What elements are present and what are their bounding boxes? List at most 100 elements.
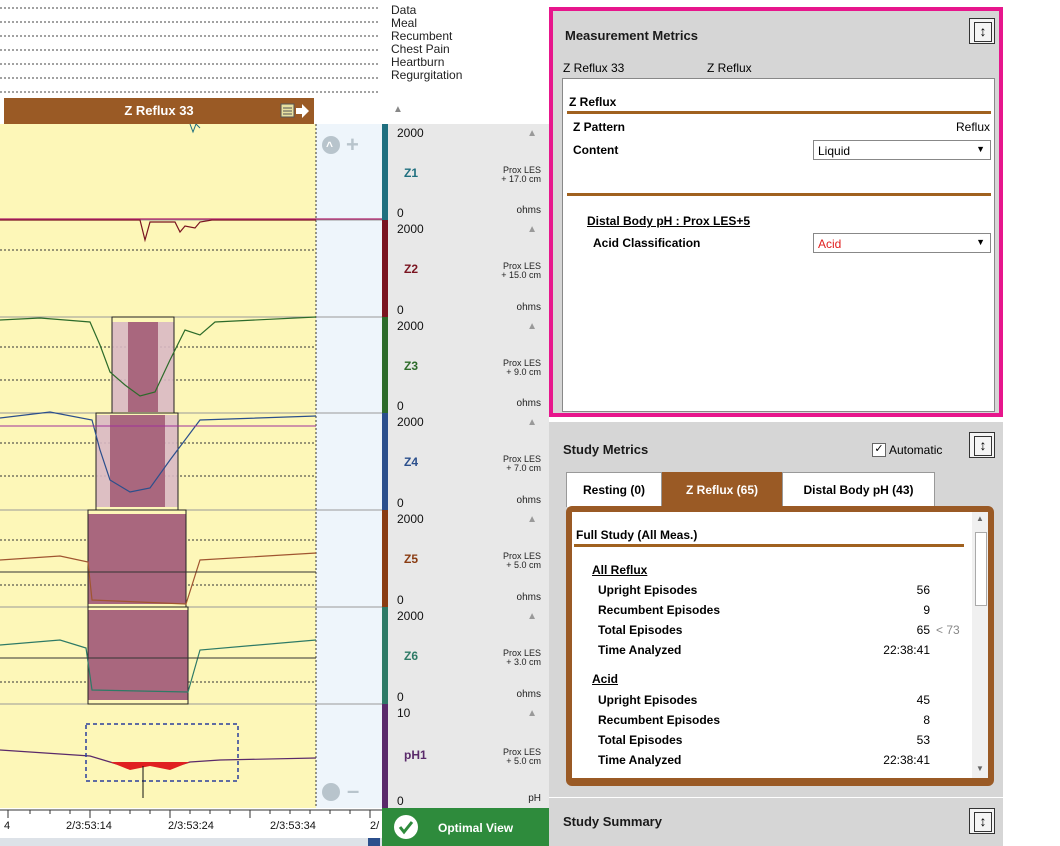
- channel-offset: + 9.0 cm: [506, 367, 541, 377]
- study-metrics-title: Study Metrics: [563, 442, 649, 457]
- channel-name: Z1: [404, 166, 419, 180]
- acid-classification-dropdown[interactable]: Acid ▼: [813, 233, 991, 253]
- channel-name: Z3: [404, 359, 419, 373]
- channel-max: 10: [397, 706, 411, 720]
- measurement-id: Z Reflux 33: [563, 61, 625, 75]
- channel-unit: ohms: [516, 495, 541, 506]
- channel-color-stripe: [382, 220, 388, 317]
- channel-z4[interactable]: 2000 ▲ Z4 Prox LES + 7.0 cm ohms 0: [382, 413, 549, 511]
- expand-button[interactable]: ↕: [969, 432, 995, 458]
- channel-ph1[interactable]: 10 ▲ pH1 Prox LES + 5.0 cm pH 0: [382, 704, 549, 809]
- measurement-header-bar[interactable]: Z Reflux 33: [4, 98, 314, 124]
- section-divider: [567, 193, 991, 196]
- channel-zero: 0: [397, 206, 404, 220]
- channel-unit: ohms: [516, 398, 541, 409]
- channel-max: 2000: [397, 222, 424, 236]
- tracing-canvas[interactable]: ^ + –: [0, 0, 382, 846]
- channel-color-stripe: [382, 704, 388, 808]
- svg-text:^: ^: [326, 139, 333, 153]
- tab-distal-body-ph[interactable]: Distal Body pH (43): [782, 472, 935, 507]
- time-tick-label: 2/: [370, 820, 380, 832]
- measurement-type: Z Reflux: [707, 61, 752, 75]
- scale-up-icon[interactable]: ▲: [527, 514, 537, 525]
- channel-name: Z2: [404, 262, 419, 276]
- channel-unit: ohms: [516, 592, 541, 603]
- channel-name: Z4: [404, 455, 419, 469]
- metric-label: Time Analyzed: [598, 643, 682, 657]
- channel-unit: ohms: [516, 302, 541, 313]
- content-label: Content: [573, 143, 619, 157]
- expand-button[interactable]: ↕: [969, 18, 995, 44]
- chevron-down-icon: ▼: [976, 144, 985, 154]
- channel-max: 2000: [397, 126, 424, 140]
- expand-icon: ↕: [974, 436, 992, 456]
- channel-z6[interactable]: 2000 ▲ Z6 Prox LES + 3.0 cm ohms 0: [382, 607, 549, 705]
- channel-zero: 0: [397, 593, 404, 607]
- channel-name: pH1: [404, 748, 427, 762]
- content-dropdown[interactable]: Liquid ▼: [813, 140, 991, 160]
- channel-color-stripe: [382, 317, 388, 413]
- optimal-view-button[interactable]: Optimal View: [382, 808, 549, 846]
- section-divider: [567, 111, 991, 114]
- measurement-details: Z Reflux Z Pattern Reflux Content Liquid…: [562, 78, 995, 412]
- channel-offset: + 17.0 cm: [501, 174, 541, 184]
- metric-threshold: < 73: [936, 623, 960, 637]
- expand-icon: ↕: [974, 22, 992, 42]
- channel-unit: ohms: [516, 205, 541, 216]
- scale-up-icon[interactable]: ▲: [527, 611, 537, 622]
- tracing-area[interactable]: ^ + –: [0, 0, 382, 846]
- channel-z5[interactable]: 2000 ▲ Z5 Prox LES + 5.0 cm ohms 0: [382, 510, 549, 608]
- metric-label: Recumbent Episodes: [598, 713, 721, 727]
- scale-up-icon[interactable]: ▲: [527, 321, 537, 332]
- metric-value: 9: [923, 603, 930, 617]
- metric-value: 8: [923, 713, 930, 727]
- scrollbar-thumb[interactable]: [975, 532, 987, 606]
- tab-resting[interactable]: Resting (0): [566, 472, 662, 507]
- expand-icon: ↕: [974, 812, 992, 832]
- channel-color-stripe: [382, 124, 388, 220]
- next-measurement-icon[interactable]: [280, 102, 310, 120]
- channel-z3[interactable]: 2000 ▲ Z3 Prox LES + 9.0 cm ohms 0: [382, 317, 549, 414]
- study-summary-panel[interactable]: Study Summary ↕: [549, 798, 1003, 846]
- channel-offset: + 7.0 cm: [506, 463, 541, 473]
- channel-max: 2000: [397, 609, 424, 623]
- metric-value: 65: [916, 623, 930, 637]
- scroll-up-icon[interactable]: ▲: [393, 104, 403, 115]
- scale-up-icon[interactable]: ▲: [527, 708, 537, 719]
- channel-zero: 0: [397, 690, 404, 704]
- time-axis[interactable]: 4 2/3:53:14 2/3:53:24 2/3:53:34 2/: [0, 808, 382, 846]
- channel-offset: + 5.0 cm: [506, 560, 541, 570]
- event-label[interactable]: Regurgitation: [391, 69, 462, 82]
- study-metrics-content[interactable]: Full Study (All Meas.) All Reflux Uprigh…: [572, 512, 972, 778]
- scale-up-icon[interactable]: ▲: [527, 417, 537, 428]
- channel-zero: 0: [397, 496, 404, 510]
- scroll-up-icon[interactable]: ▲: [976, 514, 984, 523]
- metric-value: 22:38:41: [883, 643, 930, 657]
- metric-label: Time Analyzed: [598, 753, 682, 767]
- expand-button[interactable]: ↕: [969, 808, 995, 834]
- channel-zero: 0: [397, 303, 404, 317]
- channel-unit: pH: [528, 793, 541, 804]
- time-tick-label: 4: [4, 820, 11, 832]
- metric-label: Upright Episodes: [598, 693, 698, 707]
- channel-max: 2000: [397, 512, 424, 526]
- channel-offset: + 15.0 cm: [501, 270, 541, 280]
- automatic-checkbox[interactable]: ✓: [872, 443, 886, 457]
- acid-classification-value: Acid: [818, 237, 842, 251]
- channel-color-stripe: [382, 607, 388, 704]
- channel-offset: + 5.0 cm: [506, 756, 541, 766]
- scale-up-icon[interactable]: ▲: [527, 128, 537, 139]
- channel-z1[interactable]: 2000 ▲ Z1 Prox LES + 17.0 cm ohms 0: [382, 124, 549, 221]
- metric-value: 53: [916, 733, 930, 747]
- scale-up-icon[interactable]: ▲: [527, 224, 537, 235]
- time-tick-label: 2/3:53:34: [270, 820, 316, 832]
- checkmark-icon: [394, 815, 418, 839]
- vertical-scrollbar[interactable]: ▲ ▼: [972, 512, 988, 778]
- metric-label: Recumbent Episodes: [598, 603, 721, 617]
- time-tick-label: 2/3:53:24: [168, 820, 214, 832]
- scroll-down-icon[interactable]: ▼: [976, 764, 984, 773]
- channel-z2[interactable]: 2000 ▲ Z2 Prox LES + 15.0 cm ohms 0: [382, 220, 549, 318]
- section-divider: [574, 544, 964, 547]
- tab-z-reflux[interactable]: Z Reflux (65): [662, 472, 782, 507]
- time-tick-label: 2/3:53:14: [66, 820, 112, 832]
